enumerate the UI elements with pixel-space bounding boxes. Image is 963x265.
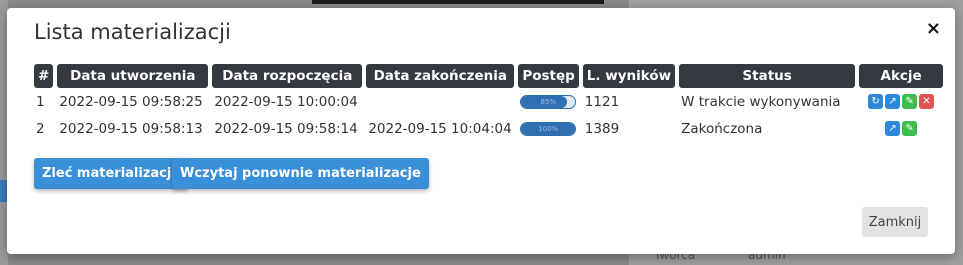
started-date: 2022-09-15 09:58:14 — [214, 120, 358, 137]
progress-cell: 85% — [518, 88, 578, 115]
actions-cell: ↗ ✎ — [859, 115, 943, 142]
progress-cell: 100% — [518, 115, 578, 142]
row-number: 1 — [36, 93, 45, 110]
progress-label: 100% — [538, 124, 559, 133]
order-materialization-button[interactable]: Zleć materializację — [34, 158, 189, 189]
results-count: 1389 — [584, 120, 620, 137]
finished-date — [366, 88, 514, 115]
column-header-status: Status — [679, 64, 856, 88]
table-row: 2 2022-09-15 09:58:13 2022-09-15 09:58:1… — [34, 115, 943, 142]
external-link-icon[interactable]: ↗ — [885, 121, 901, 136]
refresh-icon[interactable]: ↻ — [868, 94, 884, 109]
background-blue-button — [0, 180, 7, 202]
column-header-actions: Akcje — [859, 64, 944, 88]
delete-icon[interactable]: ✕ — [919, 94, 935, 109]
progress-label: 85% — [540, 97, 557, 106]
column-header-number: # — [34, 64, 54, 88]
column-header-started: Data rozpoczęcia — [212, 64, 363, 88]
row-number: 2 — [36, 120, 45, 137]
progress-bar: 85% — [520, 94, 577, 109]
column-header-progress: Postęp — [518, 64, 579, 88]
materialization-list-modal: Lista materializacji × # Data utworzenia… — [7, 8, 955, 254]
column-header-results: L. wyników — [582, 64, 676, 88]
background-topbar — [312, 0, 604, 4]
close-icon[interactable]: × — [926, 20, 941, 38]
status-text: Zakończona — [681, 120, 763, 137]
column-header-created: Data utworzenia — [57, 64, 209, 88]
table-header-row: # Data utworzenia Data rozpoczęcia Data … — [34, 64, 944, 88]
actions-cell: ↻ ↗ ✎ ✕ — [859, 88, 943, 115]
column-header-finished: Data zakończenia — [366, 64, 515, 88]
created-date: 2022-09-15 09:58:25 — [59, 93, 203, 110]
finished-date: 2022-09-15 10:04:04 — [368, 120, 512, 137]
modal-title: Lista materializacji — [34, 20, 231, 44]
edit-icon[interactable]: ✎ — [902, 121, 918, 136]
results-count: 1121 — [584, 93, 620, 110]
status-text: W trakcie wykonywania — [681, 93, 841, 110]
edit-icon[interactable]: ✎ — [902, 94, 918, 109]
progress-bar: 100% — [520, 121, 577, 136]
created-date: 2022-09-15 09:58:13 — [59, 120, 203, 137]
external-link-icon[interactable]: ↗ — [885, 94, 901, 109]
materialization-table: # Data utworzenia Data rozpoczęcia Data … — [30, 64, 947, 142]
table-row: 1 2022-09-15 09:58:25 2022-09-15 10:00:0… — [34, 88, 943, 115]
started-date: 2022-09-15 10:00:04 — [214, 93, 358, 110]
close-button[interactable]: Zamknij — [862, 207, 928, 237]
reload-materializations-button[interactable]: Wczytaj ponownie materializacje — [172, 158, 429, 189]
